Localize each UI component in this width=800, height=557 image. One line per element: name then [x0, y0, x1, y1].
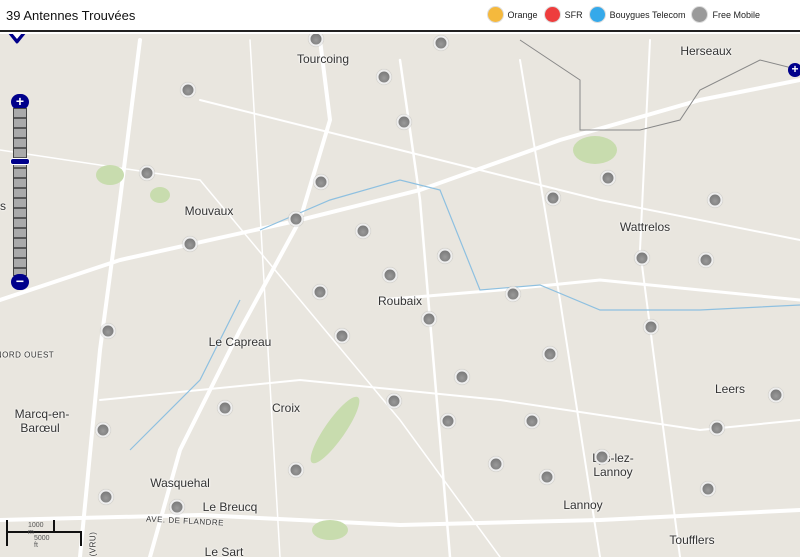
- antenna-marker[interactable]: [634, 250, 650, 266]
- legend-item: Orange: [486, 6, 538, 23]
- map-label: Toufflers: [669, 533, 715, 547]
- legend-label: SFR: [564, 9, 583, 20]
- antenna-marker[interactable]: [600, 170, 616, 186]
- antenna-marker[interactable]: [524, 413, 540, 429]
- legend-label: Bouygues Telecom: [609, 9, 686, 20]
- legend-swatch-icon: [486, 6, 504, 23]
- antenna-marker[interactable]: [545, 190, 561, 206]
- legend-swatch-icon: [543, 6, 561, 23]
- antenna-marker[interactable]: [437, 248, 453, 264]
- antenna-marker[interactable]: [396, 114, 412, 130]
- antenna-marker[interactable]: [182, 236, 198, 252]
- legend: Orange SFR Bouygues Telecom Free Mobile: [481, 6, 760, 23]
- antenna-marker[interactable]: [376, 69, 392, 85]
- antenna-marker[interactable]: [700, 481, 716, 497]
- antenna-marker[interactable]: [454, 369, 470, 385]
- page-title: 39 Antennes Trouvées: [6, 8, 136, 23]
- map-label: Mouvaux: [184, 204, 234, 218]
- map-label: Le Breucq: [202, 500, 258, 514]
- map-label: Barœul: [20, 421, 60, 435]
- antenna-marker[interactable]: [594, 449, 610, 465]
- antenna-marker[interactable]: [180, 82, 196, 98]
- legend-label: Free Mobile: [712, 9, 760, 20]
- antenna-marker[interactable]: [542, 346, 558, 362]
- legend-label: Orange: [507, 9, 538, 20]
- scale-imperial: 5000 ft: [34, 535, 50, 549]
- map-label: Wattrelos: [619, 220, 671, 234]
- antenna-marker[interactable]: [440, 413, 456, 429]
- antenna-marker[interactable]: [768, 387, 784, 403]
- antenna-marker[interactable]: [100, 323, 116, 339]
- map-label: (VRU): [88, 531, 98, 557]
- antenna-marker[interactable]: [95, 422, 111, 438]
- map-label: Herseaux: [680, 44, 732, 58]
- legend-swatch-icon: [588, 6, 606, 23]
- antenna-marker[interactable]: [217, 400, 233, 416]
- antenna-marker[interactable]: [505, 286, 521, 302]
- map[interactable]: Tourcoing Herseaux Mouvaux Wattrelos Roubaix…: [0, 34, 800, 557]
- map-label: Leers: [714, 382, 746, 396]
- antenna-marker[interactable]: [288, 211, 304, 227]
- map-label: Croix: [271, 401, 301, 415]
- zoom-slider-handle[interactable]: [10, 158, 30, 165]
- antenna-marker[interactable]: [698, 252, 714, 268]
- pan-control[interactable]: [0, 34, 34, 44]
- antenna-marker[interactable]: [139, 165, 155, 181]
- pan-east-button[interactable]: +: [788, 63, 800, 77]
- antenna-marker[interactable]: [355, 223, 371, 239]
- antenna-marker[interactable]: [386, 393, 402, 409]
- antenna-marker[interactable]: [288, 462, 304, 478]
- antenna-marker[interactable]: [382, 267, 398, 283]
- map-label: Marcq-en-: [14, 407, 70, 421]
- scale-metric: 1000 m: [28, 522, 44, 536]
- legend-item: Free Mobile: [691, 6, 760, 23]
- map-label: s: [0, 199, 6, 213]
- antenna-marker[interactable]: [169, 499, 185, 515]
- map-label: Le Sart: [204, 545, 244, 557]
- antenna-marker[interactable]: [709, 420, 725, 436]
- map-label: Le Capreau: [208, 335, 272, 349]
- header: 39 Antennes Trouvées Orange SFR Bouygues T…: [0, 0, 800, 32]
- map-label: Wasquehal: [150, 476, 210, 490]
- map-label: Tourcoing: [296, 52, 350, 66]
- zoom-control[interactable]: + −: [10, 94, 30, 290]
- zoom-slider[interactable]: [13, 108, 27, 276]
- map-label: NORD OUEST: [0, 350, 55, 360]
- legend-item: Bouygues Telecom: [588, 6, 686, 23]
- antenna-marker[interactable]: [98, 489, 114, 505]
- antenna-marker[interactable]: [488, 456, 504, 472]
- zoom-out-button[interactable]: −: [11, 274, 29, 290]
- antenna-marker[interactable]: [313, 174, 329, 190]
- legend-swatch-icon: [691, 6, 709, 23]
- map-label: Lannoy: [563, 498, 603, 512]
- antenna-marker[interactable]: [643, 319, 659, 335]
- antenna-marker[interactable]: [707, 192, 723, 208]
- map-label: Roubaix: [377, 294, 423, 308]
- antenna-marker[interactable]: [433, 35, 449, 51]
- antenna-marker[interactable]: [539, 469, 555, 485]
- map-label: Lannoy: [593, 465, 633, 479]
- legend-item: SFR: [543, 6, 583, 23]
- antenna-marker[interactable]: [334, 328, 350, 344]
- antenna-marker[interactable]: [312, 284, 328, 300]
- antenna-marker[interactable]: [421, 311, 437, 327]
